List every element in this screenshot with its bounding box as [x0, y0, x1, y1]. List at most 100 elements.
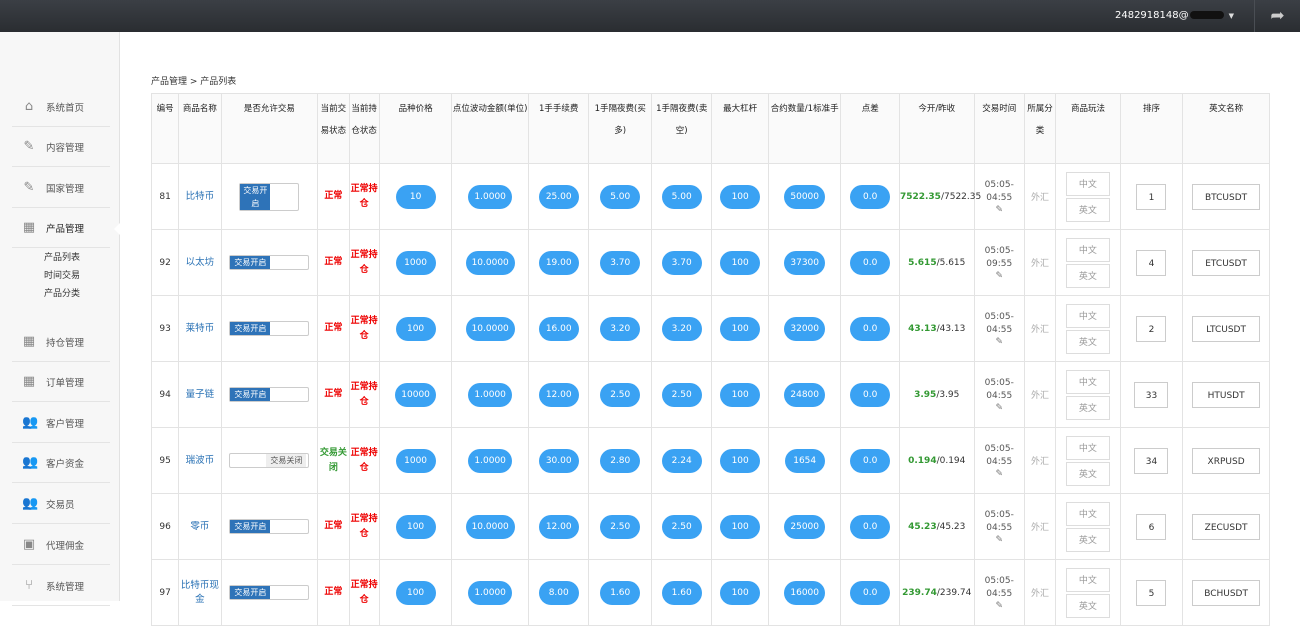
- chinese-button[interactable]: 中文: [1065, 303, 1110, 328]
- value-pill-wave[interactable]: 1.0000: [468, 448, 512, 473]
- value-pill-fee[interactable]: 19.00: [538, 250, 579, 275]
- chinese-button[interactable]: 中文: [1065, 369, 1110, 394]
- sidebar-subitem[interactable]: 产品分类: [44, 286, 80, 299]
- value-pill-lev[interactable]: 100: [720, 514, 761, 539]
- trade-toggle[interactable]: 交易开启: [229, 387, 310, 402]
- value-pill-sell[interactable]: 3.70: [661, 250, 702, 275]
- value-pill-lev[interactable]: 100: [720, 250, 761, 275]
- value-pill-qty[interactable]: 37300: [784, 250, 826, 275]
- sidebar-subitem[interactable]: 产品列表: [44, 250, 80, 263]
- sidebar-item[interactable]: 👥 客户管理: [12, 403, 110, 443]
- value-pill-sell[interactable]: 5.00: [661, 184, 702, 209]
- sidebar-item[interactable]: 👥 客户资金: [12, 443, 110, 483]
- value-pill-qty[interactable]: 24800: [784, 382, 826, 407]
- value-pill-sell[interactable]: 2.50: [661, 382, 702, 407]
- product-name-link[interactable]: 量子链: [186, 389, 215, 400]
- sidebar-subitem[interactable]: 时间交易: [44, 268, 80, 281]
- value-pill-lev[interactable]: 100: [720, 382, 761, 407]
- value-pill-wave[interactable]: 10.0000: [465, 250, 515, 275]
- english-button[interactable]: 英文: [1065, 461, 1110, 486]
- value-pill-wave[interactable]: 1.0000: [468, 184, 512, 209]
- value-pill-buy[interactable]: 2.50: [600, 382, 641, 407]
- chinese-button[interactable]: 中文: [1065, 501, 1110, 526]
- english-button[interactable]: 英文: [1065, 395, 1110, 420]
- pencil-icon[interactable]: ✎: [975, 469, 1024, 479]
- sort-input[interactable]: 34: [1134, 447, 1169, 474]
- sidebar-item[interactable]: ▦ 订单管理: [12, 362, 110, 402]
- sidebar-item[interactable]: ▣ 代理佣金: [12, 525, 110, 565]
- user-menu[interactable]: 2482918148@ ▼: [1107, 0, 1242, 32]
- trade-toggle[interactable]: 交易开启: [229, 519, 310, 534]
- value-pill-lev[interactable]: 100: [720, 184, 761, 209]
- value-pill-buy[interactable]: 2.50: [600, 514, 641, 539]
- value-pill-sell[interactable]: 3.20: [661, 316, 702, 341]
- pencil-icon[interactable]: ✎: [975, 337, 1024, 347]
- share-icon[interactable]: ➦: [1254, 0, 1300, 32]
- sidebar-item[interactable]: 👥 交易员: [12, 484, 110, 524]
- chinese-button[interactable]: 中文: [1065, 435, 1110, 460]
- english-name-input[interactable]: XRPUSD: [1192, 447, 1261, 474]
- sort-input[interactable]: 5: [1136, 579, 1167, 606]
- chinese-button[interactable]: 中文: [1065, 237, 1110, 262]
- value-pill-spread[interactable]: 0.0: [850, 514, 891, 539]
- pencil-icon[interactable]: ✎: [975, 205, 1024, 215]
- value-pill-wave[interactable]: 10.0000: [465, 514, 515, 539]
- sidebar-item[interactable]: ⑂ 系统管理: [12, 566, 110, 606]
- value-pill-qty[interactable]: 50000: [784, 184, 826, 209]
- value-pill-price[interactable]: 10000: [395, 382, 436, 407]
- value-pill-sell[interactable]: 2.50: [661, 514, 702, 539]
- value-pill-price[interactable]: 100: [395, 514, 436, 539]
- product-name-link[interactable]: 比特币: [186, 191, 215, 202]
- chinese-button[interactable]: 中文: [1065, 171, 1110, 196]
- value-pill-spread[interactable]: 0.0: [850, 316, 891, 341]
- english-name-input[interactable]: HTUSDT: [1192, 381, 1261, 408]
- value-pill-wave[interactable]: 1.0000: [468, 382, 512, 407]
- value-pill-spread[interactable]: 0.0: [850, 382, 891, 407]
- trade-toggle[interactable]: 交易开启: [239, 182, 300, 211]
- trade-toggle[interactable]: 交易开启: [229, 585, 310, 600]
- value-pill-fee[interactable]: 12.00: [538, 382, 579, 407]
- english-name-input[interactable]: ZECUSDT: [1192, 513, 1261, 540]
- english-name-input[interactable]: BCHUSDT: [1192, 579, 1261, 606]
- product-name-link[interactable]: 零币: [190, 521, 209, 532]
- value-pill-price[interactable]: 10: [395, 184, 436, 209]
- sort-input[interactable]: 2: [1136, 315, 1167, 342]
- english-name-input[interactable]: BTCUSDT: [1192, 183, 1261, 210]
- value-pill-price[interactable]: 1000: [395, 250, 436, 275]
- value-pill-qty[interactable]: 1654: [784, 448, 825, 473]
- english-button[interactable]: 英文: [1065, 593, 1110, 618]
- sidebar-item[interactable]: ▦ 产品管理: [12, 208, 110, 248]
- value-pill-fee[interactable]: 16.00: [538, 316, 579, 341]
- pencil-icon[interactable]: ✎: [975, 601, 1024, 611]
- pencil-icon[interactable]: ✎: [975, 535, 1024, 545]
- sidebar-item[interactable]: ▦ 持仓管理: [12, 322, 110, 362]
- sort-input[interactable]: 6: [1136, 513, 1167, 540]
- english-button[interactable]: 英文: [1065, 329, 1110, 354]
- value-pill-fee[interactable]: 25.00: [538, 184, 579, 209]
- value-pill-qty[interactable]: 32000: [784, 316, 826, 341]
- sidebar-item[interactable]: ⌂ 系统首页: [12, 87, 110, 127]
- value-pill-spread[interactable]: 0.0: [850, 250, 891, 275]
- value-pill-fee[interactable]: 30.00: [538, 448, 579, 473]
- english-button[interactable]: 英文: [1065, 197, 1110, 222]
- trade-toggle[interactable]: 交易关闭: [229, 453, 310, 468]
- pencil-icon[interactable]: ✎: [975, 271, 1024, 281]
- english-name-input[interactable]: LTCUSDT: [1192, 315, 1261, 342]
- product-name-link[interactable]: 莱特币: [186, 323, 215, 334]
- english-button[interactable]: 英文: [1065, 263, 1110, 288]
- sort-input[interactable]: 1: [1136, 183, 1167, 210]
- value-pill-price[interactable]: 1000: [395, 448, 436, 473]
- chinese-button[interactable]: 中文: [1065, 567, 1110, 592]
- value-pill-buy[interactable]: 3.20: [600, 316, 641, 341]
- value-pill-fee[interactable]: 12.00: [538, 514, 579, 539]
- value-pill-lev[interactable]: 100: [720, 448, 761, 473]
- sort-input[interactable]: 4: [1136, 249, 1167, 276]
- value-pill-qty[interactable]: 25000: [784, 514, 826, 539]
- product-name-link[interactable]: 以太坊: [186, 257, 215, 268]
- sidebar-item[interactable]: ✎ 国家管理: [12, 168, 110, 208]
- value-pill-lev[interactable]: 100: [720, 316, 761, 341]
- sort-input[interactable]: 33: [1134, 381, 1169, 408]
- english-button[interactable]: 英文: [1065, 527, 1110, 552]
- sidebar-item[interactable]: ✎ 内容管理: [12, 127, 110, 167]
- value-pill-price[interactable]: 100: [395, 316, 436, 341]
